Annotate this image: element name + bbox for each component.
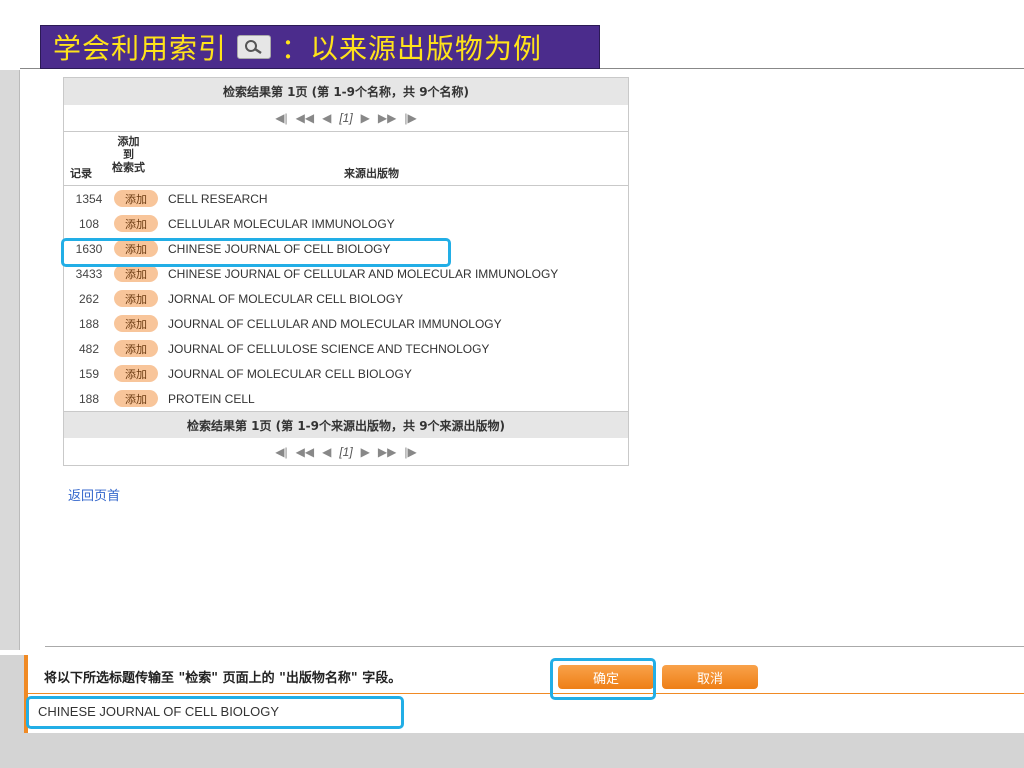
current-page: [1] bbox=[339, 444, 353, 459]
table-row: 262 添加 JORNAL OF MOLECULAR CELL BIOLOGY bbox=[64, 286, 628, 311]
table-row: 1354 添加 CELL RESEARCH bbox=[64, 186, 628, 211]
column-add-line2: 到 bbox=[123, 148, 134, 161]
table-row: 108 添加 CELLULAR MOLECULAR IMMUNOLOGY bbox=[64, 211, 628, 236]
table-row: 188 添加 PROTEIN CELL bbox=[64, 386, 628, 411]
add-button[interactable]: 添加 bbox=[114, 190, 158, 207]
add-button[interactable]: 添加 bbox=[114, 340, 158, 357]
transfer-label: 将以下所选标题传输至 "检索" 页面上的 "出版物名称" 字段。 bbox=[44, 671, 402, 686]
table-row: 188 添加 JOURNAL OF CELLULAR AND MOLECULAR… bbox=[64, 311, 628, 336]
add-button[interactable]: 添加 bbox=[114, 365, 158, 382]
first-page-icon[interactable]: ◀| bbox=[275, 111, 287, 125]
source-title: JOURNAL OF CELLULAR AND MOLECULAR IMMUNO… bbox=[168, 316, 502, 331]
add-button[interactable]: 添加 bbox=[114, 315, 158, 332]
source-title: JOURNAL OF CELLULOSE SCIENCE AND TECHNOL… bbox=[168, 341, 490, 356]
column-headers: 记录 添加 到 检索式 来源出版物 bbox=[64, 132, 628, 186]
magnifier-icon bbox=[237, 35, 272, 59]
table-row: 482 添加 JOURNAL OF CELLULOSE SCIENCE AND … bbox=[64, 336, 628, 361]
pager-top: ◀| ◀◀ ◀ [1] ▶ ▶▶ |▶ bbox=[64, 105, 628, 132]
column-source: 来源出版物 bbox=[344, 167, 399, 180]
ok-button[interactable]: 确定 bbox=[558, 665, 654, 689]
selected-title-field[interactable]: CHINESE JOURNAL OF CELL BIOLOGY bbox=[38, 704, 279, 719]
column-record: 记录 bbox=[70, 167, 92, 180]
add-button[interactable]: 添加 bbox=[114, 290, 158, 307]
column-add: 添加 到 检索式 bbox=[112, 135, 145, 174]
record-count: 188 bbox=[78, 316, 100, 331]
source-title: JOURNAL OF MOLECULAR CELL BIOLOGY bbox=[168, 366, 412, 381]
current-page: [1] bbox=[339, 111, 353, 125]
next-page-icon[interactable]: ▶ bbox=[361, 445, 370, 459]
back-to-top-link[interactable]: 返回页首 bbox=[68, 485, 120, 504]
last-page-icon[interactable]: |▶ bbox=[404, 111, 416, 125]
cancel-button[interactable]: 取消 bbox=[662, 665, 758, 689]
add-button[interactable]: 添加 bbox=[114, 265, 158, 282]
previous-page-icon[interactable]: ◀ bbox=[322, 445, 331, 459]
bottom-divider bbox=[45, 646, 1024, 647]
pager-bottom: ◀| ◀◀ ◀ [1] ▶ ▶▶ |▶ bbox=[64, 438, 628, 465]
source-title: CHINESE JOURNAL OF CELLULAR AND MOLECULA… bbox=[168, 266, 559, 281]
results-header-bottom: 检索结果第 1页 (第 1-9个来源出版物，共 9个来源出版物) bbox=[64, 411, 628, 438]
previous-page-icon[interactable]: ◀ bbox=[322, 111, 331, 125]
column-add-line3: 检索式 bbox=[112, 161, 145, 174]
record-count: 1354 bbox=[75, 191, 103, 206]
source-title: PROTEIN CELL bbox=[168, 391, 255, 406]
record-count: 482 bbox=[78, 341, 100, 356]
result-rows: 1354 添加 CELL RESEARCH 108 添加 CELLULAR MO… bbox=[64, 186, 628, 411]
add-button[interactable]: 添加 bbox=[114, 215, 158, 232]
previous-block-icon[interactable]: ◀◀ bbox=[296, 445, 314, 459]
banner-title-right: ：以来源出版物为例 bbox=[281, 32, 543, 65]
next-page-icon[interactable]: ▶ bbox=[361, 111, 370, 125]
record-count: 1630 bbox=[75, 241, 103, 256]
results-table: 检索结果第 1页 (第 1-9个名称，共 9个名称) ◀| ◀◀ ◀ [1] ▶… bbox=[63, 77, 629, 466]
results-header-top: 检索结果第 1页 (第 1-9个名称，共 9个名称) bbox=[64, 78, 628, 105]
previous-block-icon[interactable]: ◀◀ bbox=[296, 111, 314, 125]
source-title: JORNAL OF MOLECULAR CELL BIOLOGY bbox=[168, 291, 404, 306]
record-count: 108 bbox=[78, 216, 100, 231]
source-title: CHINESE JOURNAL OF CELL BIOLOGY bbox=[168, 241, 391, 256]
table-row: 159 添加 JOURNAL OF MOLECULAR CELL BIOLOGY bbox=[64, 361, 628, 386]
table-row: 3433 添加 CHINESE JOURNAL OF CELLULAR AND … bbox=[64, 261, 628, 286]
record-count: 188 bbox=[78, 391, 100, 406]
source-title: CELL RESEARCH bbox=[168, 191, 268, 206]
last-page-icon[interactable]: |▶ bbox=[404, 445, 416, 459]
table-row: 1630 添加 CHINESE JOURNAL OF CELL BIOLOGY bbox=[64, 236, 628, 261]
banner-title-left: 学会利用索引 bbox=[53, 32, 228, 65]
source-title: CELLULAR MOLECULAR IMMUNOLOGY bbox=[168, 216, 395, 231]
column-add-line1: 添加 bbox=[117, 135, 140, 148]
record-count: 3433 bbox=[75, 266, 103, 281]
record-count: 262 bbox=[78, 291, 100, 306]
add-button[interactable]: 添加 bbox=[114, 390, 158, 407]
add-button[interactable]: 添加 bbox=[114, 240, 158, 257]
title-banner: 学会利用索引 ：以来源出版物为例 bbox=[40, 25, 600, 69]
first-page-icon[interactable]: ◀| bbox=[275, 445, 287, 459]
transfer-separator bbox=[28, 693, 1024, 694]
page: 学会利用索引 ：以来源出版物为例 检索结果第 1页 (第 1-9个名称，共 9个… bbox=[0, 0, 1024, 768]
next-block-icon[interactable]: ▶▶ bbox=[378, 445, 396, 459]
record-count: 159 bbox=[78, 366, 100, 381]
next-block-icon[interactable]: ▶▶ bbox=[378, 111, 396, 125]
transfer-panel: 将以下所选标题传输至 "检索" 页面上的 "出版物名称" 字段。 确定 取消 C… bbox=[24, 655, 1024, 733]
left-sidebar-strip bbox=[0, 70, 20, 650]
